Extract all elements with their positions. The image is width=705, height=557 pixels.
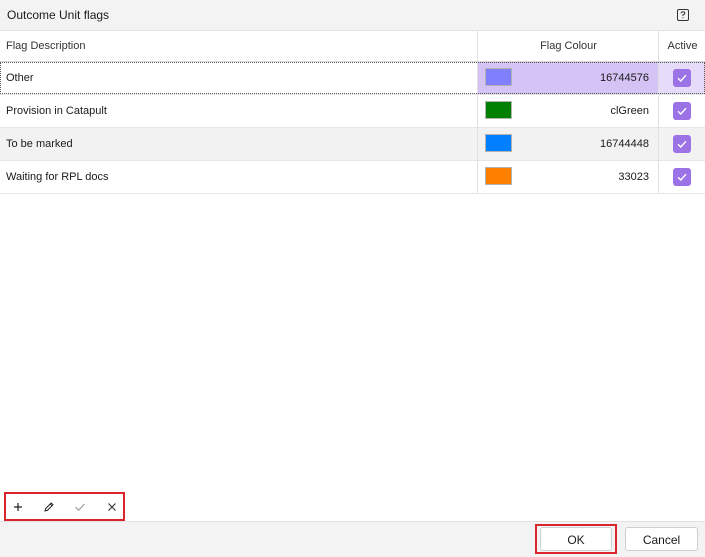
table-row[interactable]: Other 16744576 — [0, 62, 705, 95]
title-bar: Outcome Unit flags — [0, 0, 705, 31]
active-checkbox[interactable] — [673, 135, 691, 153]
colour-swatch — [485, 167, 512, 185]
x-icon[interactable] — [102, 498, 122, 516]
grid-navigator — [4, 492, 125, 521]
pencil-icon[interactable] — [39, 498, 59, 516]
flag-colour-cell[interactable]: 16744576 — [477, 62, 658, 94]
column-header-active[interactable]: Active — [658, 31, 705, 61]
column-header-colour[interactable]: Flag Colour — [477, 31, 659, 61]
checkmark-icon — [677, 107, 687, 116]
colour-code: clGreen — [610, 105, 649, 117]
table-row[interactable]: Provision in Catapult clGreen — [0, 95, 705, 128]
cancel-button[interactable]: Cancel — [625, 527, 698, 551]
ok-button[interactable]: OK — [540, 527, 612, 551]
flag-description: Other — [6, 72, 34, 84]
flag-colour-cell[interactable]: 16744448 — [477, 128, 658, 160]
active-cell — [658, 62, 705, 94]
active-cell — [658, 95, 705, 127]
colour-swatch — [485, 134, 512, 152]
colour-swatch — [485, 68, 512, 86]
checkmark-icon — [677, 173, 687, 182]
active-checkbox[interactable] — [673, 102, 691, 120]
column-header-description[interactable]: Flag Description — [6, 31, 85, 61]
flag-description: Provision in Catapult — [6, 105, 107, 117]
colour-code: 33023 — [618, 171, 649, 183]
checkmark-icon — [677, 140, 687, 149]
checkmark-icon — [677, 74, 687, 83]
flag-description: Waiting for RPL docs — [6, 171, 109, 183]
plus-icon[interactable] — [8, 498, 28, 516]
table-row[interactable]: Waiting for RPL docs 33023 — [0, 161, 705, 194]
help-icon[interactable] — [677, 9, 689, 21]
grid-header: Flag Description Flag Colour Active — [0, 31, 705, 62]
active-checkbox[interactable] — [673, 168, 691, 186]
colour-code: 16744576 — [600, 72, 649, 84]
window-title: Outcome Unit flags — [7, 8, 110, 22]
colour-swatch — [485, 101, 512, 119]
table-row[interactable]: To be marked 16744448 — [0, 128, 705, 161]
flag-colour-cell[interactable]: clGreen — [477, 95, 658, 127]
active-checkbox[interactable] — [673, 69, 691, 87]
flag-description: To be marked — [6, 138, 73, 150]
colour-code: 16744448 — [600, 138, 649, 150]
active-cell — [658, 161, 705, 193]
flag-colour-cell[interactable]: 33023 — [477, 161, 658, 193]
active-cell — [658, 128, 705, 160]
check-icon[interactable] — [70, 498, 90, 516]
